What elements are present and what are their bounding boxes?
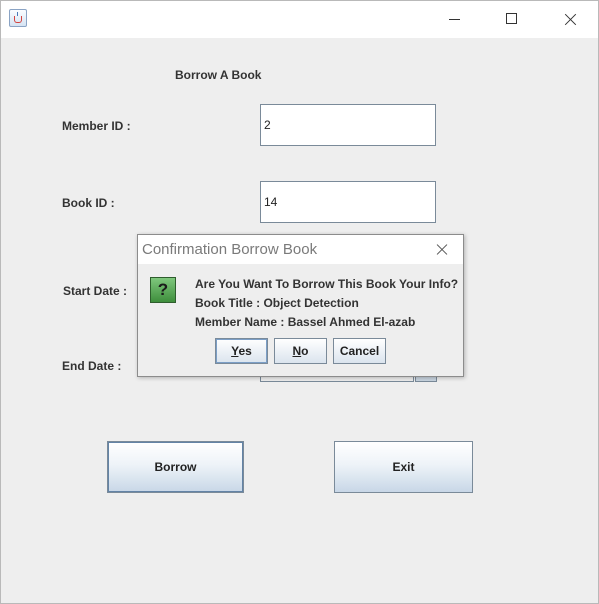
confirmation-dialog: Confirmation Borrow Book ? Are You Want … — [137, 234, 464, 377]
minimize-icon[interactable] — [431, 1, 477, 38]
no-mnemonic: N — [292, 344, 302, 358]
question-icon: ? — [150, 277, 176, 303]
exit-button[interactable]: Exit — [334, 441, 473, 493]
no-label-rest: o — [301, 344, 309, 358]
yes-label-rest: es — [238, 344, 252, 358]
member-id-label: Member ID : — [62, 119, 131, 133]
dialog-title: Confirmation Borrow Book — [142, 241, 318, 258]
cancel-button[interactable]: Cancel — [333, 338, 386, 364]
java-cup-body-icon — [14, 16, 22, 23]
borrow-button[interactable]: Borrow — [107, 441, 244, 493]
dialog-close-icon[interactable] — [431, 240, 453, 260]
book-id-label: Book ID : — [62, 196, 115, 210]
member-id-field[interactable]: 2 — [260, 104, 436, 146]
maximize-icon[interactable] — [489, 1, 535, 38]
end-date-label: End Date : — [62, 359, 122, 373]
form-heading: Borrow A Book — [175, 68, 262, 82]
dialog-message-question: Are You Want To Borrow This Book Your In… — [195, 277, 459, 291]
window-titlebar — [1, 1, 598, 38]
dialog-message-book-title: Book Title : Object Detection — [195, 296, 359, 310]
book-id-field[interactable]: 14 — [260, 181, 436, 223]
java-cup-icon[interactable] — [9, 9, 27, 27]
close-icon[interactable] — [547, 1, 593, 38]
borrow-book-window: Borrow A Book Member ID : 2 Book ID : 14… — [0, 0, 599, 604]
dialog-titlebar: Confirmation Borrow Book — [138, 235, 463, 264]
dialog-message-member-name: Member Name : Bassel Ahmed El-azab — [195, 315, 416, 329]
no-button[interactable]: No — [274, 338, 327, 364]
yes-button[interactable]: Yes — [215, 338, 268, 364]
start-date-label: Start Date : — [63, 284, 128, 298]
